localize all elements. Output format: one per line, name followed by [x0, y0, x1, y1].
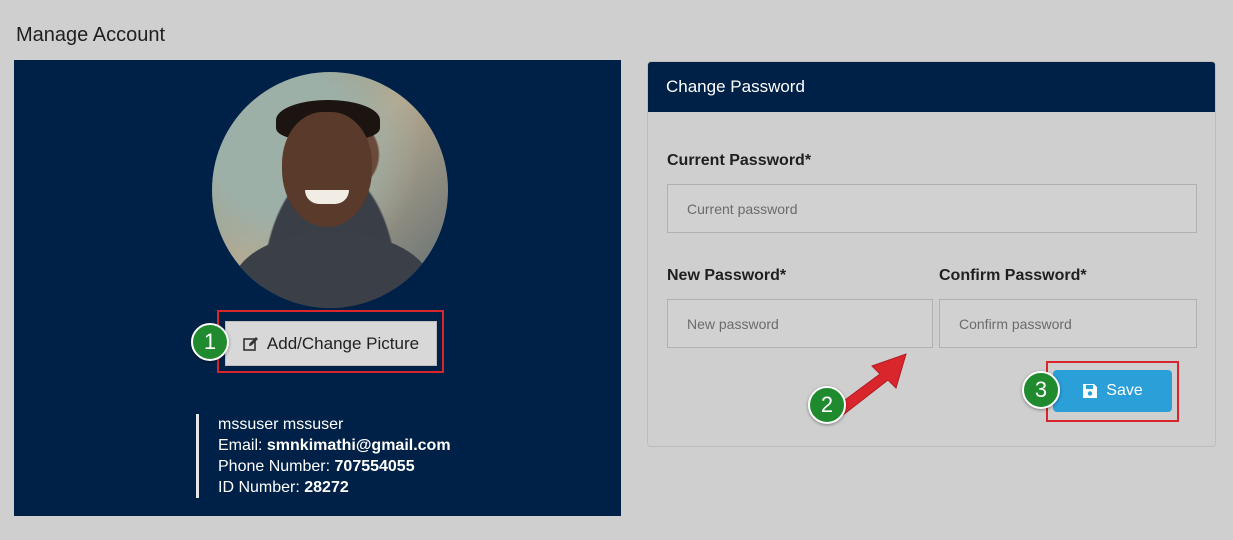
add-change-picture-label: Add/Change Picture: [266, 333, 420, 353]
save-button[interactable]: Save: [1053, 370, 1172, 412]
page-title: Manage Account: [16, 24, 165, 46]
user-info: mssuser mssuser Email: smnkimathi@gmail.…: [196, 414, 451, 498]
change-password-header: Change Password: [648, 62, 1215, 112]
user-phone-row: Phone Number: 707554055: [218, 456, 451, 477]
avatar-face: [282, 112, 372, 227]
profile-panel: Add/Change Picture 1 mssuser mssuser Ema…: [14, 60, 621, 516]
add-change-picture-button[interactable]: Add/Change Picture: [225, 321, 437, 366]
email-value: smnkimathi@gmail.com: [266, 437, 451, 454]
user-id-row: ID Number: 28272: [218, 477, 451, 498]
phone-value: 707554055: [334, 458, 415, 475]
avatar: [212, 72, 448, 308]
avatar-shirt: [232, 232, 432, 308]
phone-label: Phone Number:: [218, 458, 331, 475]
floppy-disk-icon: [1082, 383, 1098, 399]
new-password-input[interactable]: [667, 299, 933, 348]
step-2-badge: 2: [808, 386, 846, 424]
save-label: Save: [1106, 382, 1143, 399]
user-full-name: mssuser mssuser: [218, 416, 344, 433]
id-label: ID Number:: [218, 479, 300, 496]
current-password-label: Current Password*: [667, 152, 812, 169]
confirm-password-input[interactable]: [939, 299, 1197, 348]
step-1-badge: 1: [191, 323, 229, 361]
user-email-row: Email: smnkimathi@gmail.com: [218, 435, 451, 456]
current-password-input[interactable]: [667, 184, 1197, 233]
edit-icon: [243, 336, 259, 352]
step-3-badge: 3: [1022, 371, 1060, 409]
email-label: Email:: [218, 437, 263, 454]
confirm-password-label: Confirm Password*: [939, 267, 1087, 284]
change-password-card: Change Password Current Password* New Pa…: [647, 61, 1216, 447]
id-value: 28272: [304, 479, 349, 496]
new-password-label: New Password*: [667, 267, 787, 284]
